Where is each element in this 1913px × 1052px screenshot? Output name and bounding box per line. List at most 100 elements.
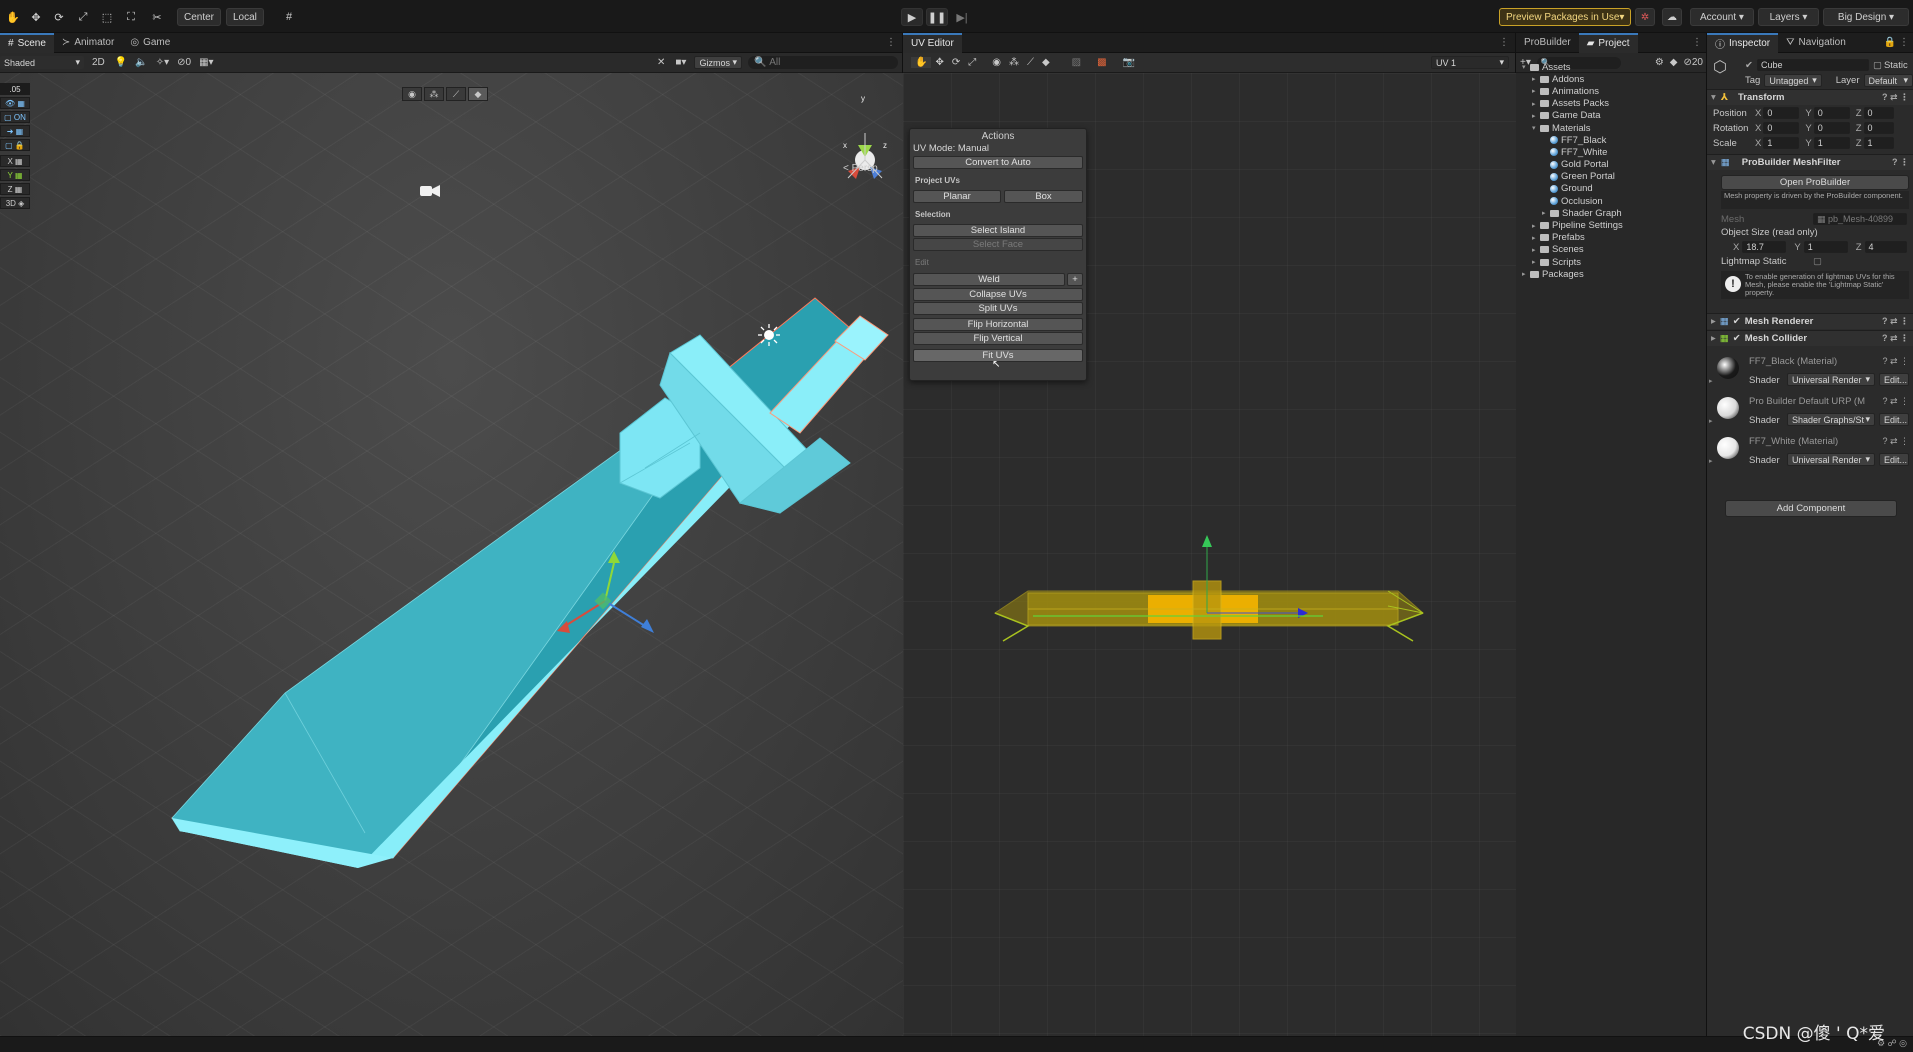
pivot-local-toggle[interactable]: Local [226, 8, 264, 26]
tab-animator[interactable]: ≻ Animator [54, 33, 122, 53]
project-tree-item[interactable]: ▸ Pipeline Settings [1516, 219, 1707, 231]
object-name-field[interactable]: Cube [1756, 59, 1869, 71]
fold-arrow-icon[interactable]: ▸ [1709, 417, 1713, 425]
tree-expand-arrow-icon[interactable]: ▸ [1532, 100, 1540, 108]
grid-snap-icon[interactable]: # [278, 8, 300, 26]
axis-3d-toggle[interactable]: 3D ◈ [0, 197, 30, 209]
axis-z-toggle[interactable]: Z ▦ [0, 183, 30, 195]
component-menu-icons[interactable]: ? ⇄ ⋮ [1882, 316, 1909, 327]
component-menu-icons[interactable]: ? ⇄ ⋮ [1882, 356, 1909, 367]
position-z-field[interactable]: 0 [1863, 107, 1894, 119]
project-tree-item[interactable]: Green Portal [1516, 171, 1707, 183]
project-tree-item[interactable]: ▸ Animations [1516, 85, 1707, 97]
project-tree-item[interactable]: ▸ Game Data [1516, 110, 1707, 122]
flip-vertical-button[interactable]: Flip Vertical [913, 332, 1083, 345]
camera-icon[interactable]: ■▾ [675, 57, 686, 68]
collab-icon[interactable]: ✲ [1635, 8, 1655, 26]
edge-mode-icon[interactable]: ⟋ [446, 87, 466, 101]
tab-uv-editor[interactable]: UV Editor [903, 32, 962, 53]
tree-expand-arrow-icon[interactable]: ▸ [1542, 209, 1550, 217]
face-mode-icon[interactable]: ◆ [468, 87, 488, 101]
component-menu-icons[interactable]: ? ⇄ ⋮ [1882, 92, 1909, 103]
fold-arrow-icon[interactable]: ▸ [1709, 377, 1713, 385]
preview-packages-badge[interactable]: Preview Packages in Use ▾ [1499, 8, 1632, 26]
uv-edge-mode-icon[interactable]: ⟋ [1027, 57, 1034, 68]
lighting-icon[interactable]: 💡 [115, 57, 127, 68]
axis-x-toggle[interactable]: X ▦ [0, 155, 30, 167]
move-tool-icon[interactable]: ✥ [25, 8, 47, 26]
project-tree-item[interactable]: ▸ Scenes [1516, 244, 1707, 256]
visibility-toggle-icon[interactable]: 👁 ▦ [0, 97, 30, 109]
mesh-renderer-checkbox[interactable]: ✔ [1733, 316, 1741, 327]
cloud-icon[interactable]: ☁ [1662, 8, 1682, 26]
scale-x-field[interactable]: 1 [1763, 137, 1800, 149]
scene-viewport[interactable]: y x z < Persp ◉ ⁂ ⟋ ◆ .05 👁 ▦ ▢ ON ➜ ▦ ▢… [0, 73, 903, 1036]
edit-shader-button[interactable]: Edit... [1879, 413, 1909, 426]
tree-expand-arrow-icon[interactable]: ▸ [1532, 75, 1540, 83]
material-preview-icon[interactable] [1717, 397, 1739, 419]
object-mode-icon[interactable]: ◉ [402, 87, 422, 101]
uv-vertex-mode-icon[interactable]: ⁂ [1009, 57, 1019, 68]
uv-channel-dropdown[interactable]: UV 1 ▾ [1431, 56, 1509, 69]
component-menu-icons[interactable]: ? ⇄ ⋮ [1882, 436, 1909, 447]
weld-options-button[interactable]: + [1067, 273, 1083, 286]
sword-mesh[interactable] [0, 73, 903, 1036]
inspector-lock-icon[interactable]: 🔒 ⋮ [1884, 37, 1913, 48]
arrow-toggle-icon[interactable]: ➜ ▦ [0, 125, 30, 137]
tools-icon[interactable]: ✕ [657, 57, 665, 68]
tree-expand-arrow-icon[interactable]: ▸ [1522, 270, 1530, 278]
uv-move-icon[interactable]: ✥ [935, 57, 943, 68]
tree-expand-arrow-icon[interactable]: ▸ [1532, 222, 1540, 230]
vertex-mode-icon[interactable]: ⁂ [424, 87, 444, 101]
rotation-z-field[interactable]: 0 [1863, 122, 1894, 134]
tree-expand-arrow-icon[interactable]: ▾ [1522, 63, 1530, 71]
project-menu-icon[interactable]: ⋮ [1692, 37, 1706, 48]
shader-dropdown[interactable]: Universal Render ▾ [1787, 373, 1875, 386]
grid-snap-value[interactable]: .05 [0, 83, 30, 95]
tab-project[interactable]: ▰ Project [1578, 32, 1638, 53]
on-toggle[interactable]: ▢ ON [0, 111, 30, 123]
uv-face-mode-icon[interactable]: ◆ [1042, 57, 1050, 68]
account-dropdown[interactable]: Account ▾ [1690, 8, 1754, 26]
planar-button[interactable]: Planar [913, 190, 1001, 203]
flip-horizontal-button[interactable]: Flip Horizontal [913, 318, 1083, 331]
gizmo-z-arrow[interactable] [641, 619, 654, 633]
project-tree-item[interactable]: FF7_Black [1516, 134, 1707, 146]
pivot-center-toggle[interactable]: Center [177, 8, 222, 26]
scene-menu-icon[interactable]: ⋮ [886, 37, 902, 48]
project-tree-item[interactable]: ▸ Packages [1516, 268, 1707, 280]
box-button[interactable]: Box [1004, 190, 1083, 203]
tab-scene[interactable]: # Scene [0, 32, 54, 53]
hand-tool-icon[interactable]: ✋ [2, 8, 24, 26]
weld-button[interactable]: Weld [913, 273, 1065, 286]
uv-lightmap-icon[interactable]: ▩ [1097, 57, 1106, 68]
play-button[interactable]: ▶ [901, 8, 923, 26]
component-menu-icons[interactable]: ? ⇄ ⋮ [1882, 333, 1909, 344]
gizmos-dropdown[interactable]: Gizmos ▾ [694, 56, 742, 69]
project-tree-item[interactable]: ▾ Materials [1516, 122, 1707, 134]
uv-rotate-icon[interactable]: ⟳ [952, 57, 960, 68]
add-component-button[interactable]: Add Component [1725, 500, 1897, 517]
lightmap-checkbox[interactable]: ▢ [1813, 256, 1822, 267]
uv-screenshot-icon[interactable]: 📷 [1123, 57, 1135, 68]
project-tree-item[interactable]: FF7_White [1516, 146, 1707, 158]
uv-menu-icon[interactable]: ⋮ [1499, 37, 1515, 48]
tree-expand-arrow-icon[interactable]: ▸ [1532, 112, 1540, 120]
open-probuilder-button[interactable]: Open ProBuilder [1721, 175, 1909, 190]
lock-toggle-icon[interactable]: ▢ 🔒 [0, 139, 30, 151]
project-tree-item[interactable]: Occlusion [1516, 195, 1707, 207]
tree-expand-arrow-icon[interactable]: ▸ [1532, 258, 1540, 266]
project-tree-item[interactable]: ▾ Assets [1516, 61, 1707, 73]
pause-button[interactable]: ❚❚ [926, 8, 948, 26]
custom-tool-icon[interactable]: ✂ [146, 8, 168, 26]
meshfilter-header[interactable]: ▾ ▦ ProBuilder MeshFilter ? ⋮ [1707, 154, 1913, 170]
tab-probuilder[interactable]: ProBuilder [1516, 33, 1579, 53]
split-uvs-button[interactable]: Split UVs [913, 302, 1083, 315]
tree-expand-arrow-icon[interactable]: ▸ [1532, 87, 1540, 95]
light-gizmo-icon[interactable] [758, 324, 780, 346]
component-menu-icons[interactable]: ? ⇄ ⋮ [1882, 396, 1909, 407]
uv-texture-icon[interactable]: ▨ [1072, 57, 1081, 68]
project-tree-item[interactable]: Ground [1516, 183, 1707, 195]
camera-gizmo-icon[interactable] [420, 185, 440, 197]
uv-scale-icon[interactable]: ⤢ [968, 57, 976, 68]
